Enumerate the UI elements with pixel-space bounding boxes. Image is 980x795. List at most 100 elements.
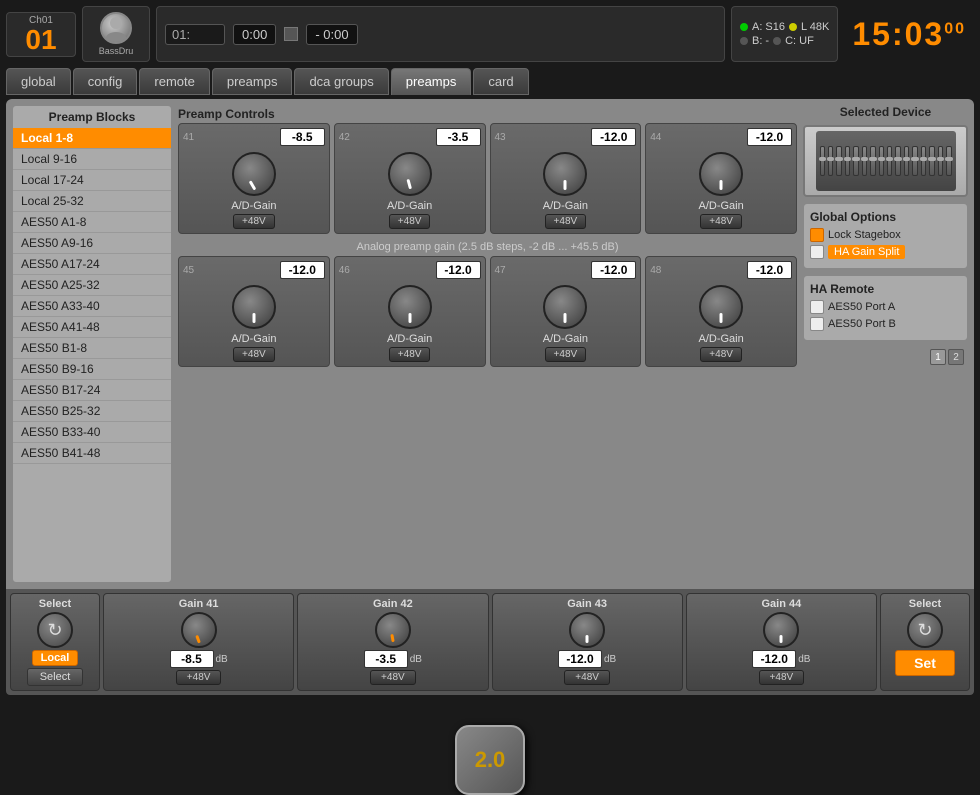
tab-preamps2[interactable]: preamps (391, 68, 472, 95)
knob-48v-42[interactable]: +48V (389, 214, 431, 229)
page-indicator: 1 2 (803, 347, 968, 367)
block-item-aes50-b25-32[interactable]: AES50 B25-32 (13, 401, 171, 422)
knob-value-41[interactable]: -8.5 (280, 128, 325, 146)
block-item-aes50-b17-24[interactable]: AES50 B17-24 (13, 380, 171, 401)
block-item-aes50-a41-48[interactable]: AES50 A41-48 (13, 317, 171, 338)
knob-header-45: 45 -12.0 (183, 261, 325, 279)
block-item-aes50-b33-40[interactable]: AES50 B33-40 (13, 422, 171, 443)
knob-num-41: 41 (183, 132, 194, 143)
device-fader-9 (887, 146, 892, 176)
device-fader-4 (845, 146, 850, 176)
bottom-knob-44[interactable] (763, 612, 799, 648)
tab-card[interactable]: card (473, 68, 528, 95)
bottom-48v-43[interactable]: +48V (564, 670, 610, 685)
bottom-value-42[interactable]: -3.5 (364, 650, 408, 668)
lock-stagebox-checkbox[interactable] (810, 228, 824, 242)
knob-48v-43[interactable]: +48V (545, 214, 587, 229)
knob-48v-41[interactable]: +48V (233, 214, 275, 229)
bottom-48v-41[interactable]: +48V (176, 670, 222, 685)
block-item-aes50-a1-8[interactable]: AES50 A1-8 (13, 212, 171, 233)
knob-45[interactable] (232, 285, 276, 329)
set-rotate-icon[interactable]: ↻ (907, 612, 943, 648)
device-fader-16 (946, 146, 951, 176)
block-item-aes50-a25-32[interactable]: AES50 A25-32 (13, 275, 171, 296)
knob-43[interactable] (543, 152, 587, 196)
page-dot-1[interactable]: 1 (930, 349, 946, 365)
bottom-knob-42[interactable] (375, 612, 411, 648)
knob-46[interactable] (388, 285, 432, 329)
block-item-aes50-a17-24[interactable]: AES50 A17-24 (13, 254, 171, 275)
device-fader-15 (938, 146, 943, 176)
knob-value-45[interactable]: -12.0 (280, 261, 325, 279)
block-item-local-9-16[interactable]: Local 9-16 (13, 149, 171, 170)
bottom-db-41: dB (216, 654, 228, 665)
device-fader-14 (929, 146, 934, 176)
knob-header-44: 44 -12.0 (650, 128, 792, 146)
transport-stop-btn[interactable] (284, 27, 298, 41)
version-icon: 2.0 (455, 725, 525, 795)
knob-48v-46[interactable]: +48V (389, 347, 431, 362)
device-fader-3 (836, 146, 841, 176)
bottom-48v-44[interactable]: +48V (759, 670, 805, 685)
knob-value-48[interactable]: -12.0 (747, 261, 792, 279)
option-row-lock: Lock Stagebox (810, 228, 961, 242)
main-content: Preamp Blocks Local 1-8 Local 9-16 Local… (6, 99, 974, 589)
indicator-label-a: A: S16 (752, 21, 785, 33)
knob-48v-44[interactable]: +48V (700, 214, 742, 229)
channel-num: 01 (25, 26, 56, 54)
knob-48v-45[interactable]: +48V (233, 347, 275, 362)
indicator-dot-c (773, 37, 781, 45)
port-b-checkbox[interactable] (810, 317, 824, 331)
tab-dca-groups[interactable]: dca groups (294, 68, 388, 95)
bottom-knob-41[interactable] (181, 612, 217, 648)
ha-gain-split-checkbox[interactable] (810, 245, 824, 259)
knob-label-45: A/D-Gain (231, 333, 276, 345)
knob-indicator-48 (720, 313, 723, 323)
knob-num-46: 46 (339, 265, 350, 276)
ha-gain-split-label: HA Gain Split (828, 245, 905, 259)
knob-42[interactable] (388, 152, 432, 196)
block-item-local-17-24[interactable]: Local 17-24 (13, 170, 171, 191)
tab-global[interactable]: global (6, 68, 71, 95)
knob-47[interactable] (543, 285, 587, 329)
block-item-aes50-b1-8[interactable]: AES50 B1-8 (13, 338, 171, 359)
knob-value-47[interactable]: -12.0 (591, 261, 636, 279)
knob-48v-47[interactable]: +48V (545, 347, 587, 362)
page-dot-2[interactable]: 2 (948, 349, 964, 365)
clock-time: 15:03 (852, 16, 944, 52)
select-button[interactable]: Select (27, 668, 84, 686)
indicator-label-c: C: UF (785, 35, 814, 47)
set-button[interactable]: Set (895, 650, 955, 676)
block-item-local-1-8[interactable]: Local 1-8 (13, 128, 171, 149)
knob-41[interactable] (232, 152, 276, 196)
tab-preamps1[interactable]: preamps (212, 68, 293, 95)
knob-value-42[interactable]: -3.5 (436, 128, 481, 146)
bottom-48v-42[interactable]: +48V (370, 670, 416, 685)
block-item-aes50-a33-40[interactable]: AES50 A33-40 (13, 296, 171, 317)
bottom-value-43[interactable]: -12.0 (558, 650, 602, 668)
knob-indicator-42 (406, 179, 411, 189)
knob-label-43: A/D-Gain (543, 200, 588, 212)
knob-44[interactable] (699, 152, 743, 196)
port-a-checkbox[interactable] (810, 300, 824, 314)
device-fader-5 (853, 146, 858, 176)
knob-48v-48[interactable]: +48V (700, 347, 742, 362)
bottom-knob-43[interactable] (569, 612, 605, 648)
block-item-aes50-a9-16[interactable]: AES50 A9-16 (13, 233, 171, 254)
block-item-aes50-b9-16[interactable]: AES50 B9-16 (13, 359, 171, 380)
knob-value-44[interactable]: -12.0 (747, 128, 792, 146)
bottom-value-41[interactable]: -8.5 (170, 650, 214, 668)
knob-value-46[interactable]: -12.0 (436, 261, 481, 279)
bottom-value-44[interactable]: -12.0 (752, 650, 796, 668)
rotate-icon[interactable]: ↻ (37, 612, 73, 648)
bottom-select-local-cell: Select ↻ Local Select (10, 593, 100, 691)
knob-48[interactable] (699, 285, 743, 329)
knob-value-43[interactable]: -12.0 (591, 128, 636, 146)
tab-config[interactable]: config (73, 68, 138, 95)
preamp-blocks-panel: Preamp Blocks Local 1-8 Local 9-16 Local… (12, 105, 172, 583)
tab-remote[interactable]: remote (139, 68, 209, 95)
device-fader-10 (895, 146, 900, 176)
block-item-local-25-32[interactable]: Local 25-32 (13, 191, 171, 212)
block-item-aes50-b41-48[interactable]: AES50 B41-48 (13, 443, 171, 464)
bottom-gain-43-label: Gain 43 (567, 598, 607, 610)
